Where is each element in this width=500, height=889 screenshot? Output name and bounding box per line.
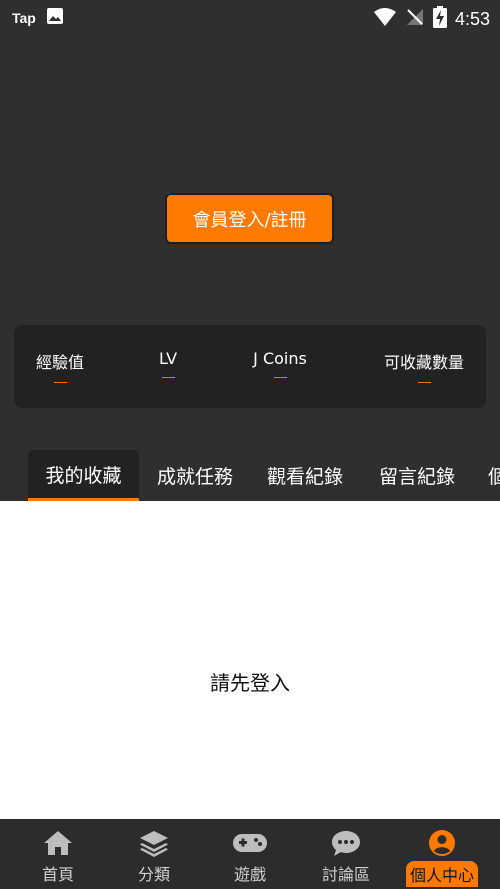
stat-level: LV ---- xyxy=(152,349,184,384)
tab-more[interactable]: 個 xyxy=(478,450,500,501)
nav-label: 遊戲 xyxy=(233,865,266,884)
status-app-name: Tap xyxy=(12,10,36,26)
stat-value: ---- xyxy=(417,375,431,389)
battery-charging-icon xyxy=(432,6,447,32)
no-signal-icon xyxy=(405,7,425,31)
login-prompt: 請先登入 xyxy=(210,671,290,695)
tab-watch-history[interactable]: 觀看紀錄 xyxy=(250,450,360,501)
stat-label: LV xyxy=(158,349,178,368)
status-left: Tap xyxy=(12,7,64,29)
stats-card: 經驗值 ---- LV ---- J Coins ---- 可收藏數量 ---- xyxy=(14,325,486,408)
stat-experience: 經驗值 ---- xyxy=(34,349,86,389)
stat-value: ---- xyxy=(273,370,287,384)
status-time: 4:53 xyxy=(454,8,490,29)
stat-j-coins: J Coins ---- xyxy=(242,349,318,384)
status-right: 4:53 xyxy=(373,6,490,32)
nav-label: 討論區 xyxy=(321,865,370,884)
stat-value: ---- xyxy=(53,375,67,389)
status-bar: Tap 4:53 xyxy=(0,0,500,34)
stat-label: J Coins xyxy=(253,349,307,368)
tab-achievements[interactable]: 成就任務 xyxy=(140,450,250,501)
layers-icon xyxy=(138,829,170,857)
nav-home[interactable]: 首頁 xyxy=(8,819,108,889)
profile-icon xyxy=(428,829,456,857)
nav-label: 分類 xyxy=(137,865,170,884)
chat-icon xyxy=(331,829,361,857)
nav-categories[interactable]: 分類 xyxy=(104,819,204,889)
login-register-button[interactable]: 會員登入/註冊 xyxy=(165,193,334,244)
image-icon xyxy=(46,7,64,29)
stat-label: 可收藏數量 xyxy=(383,353,464,372)
nav-label: 個人中心 xyxy=(405,861,478,887)
bottom-nav: 首頁 分類 遊戲 討論區 個人中心 xyxy=(0,819,500,889)
wifi-icon xyxy=(373,7,397,31)
home-icon xyxy=(42,829,74,857)
stat-value: ---- xyxy=(161,370,175,384)
stat-label: 經驗值 xyxy=(35,353,84,372)
nav-label: 首頁 xyxy=(41,865,74,884)
nav-forum[interactable]: 討論區 xyxy=(296,819,396,889)
profile-tabs: 我的收藏 成就任務 觀看紀錄 留言紀錄 個 xyxy=(0,447,500,501)
tab-my-favorites[interactable]: 我的收藏 xyxy=(28,450,139,501)
profile-header xyxy=(0,34,500,324)
stat-collect-capacity: 可收藏數量 ---- xyxy=(380,349,468,389)
tab-content: 請先登入 xyxy=(0,501,500,819)
tab-comment-history[interactable]: 留言紀錄 xyxy=(362,450,472,501)
nav-games[interactable]: 遊戲 xyxy=(200,819,300,889)
gamepad-icon xyxy=(232,829,268,857)
nav-profile[interactable]: 個人中心 xyxy=(392,819,492,889)
